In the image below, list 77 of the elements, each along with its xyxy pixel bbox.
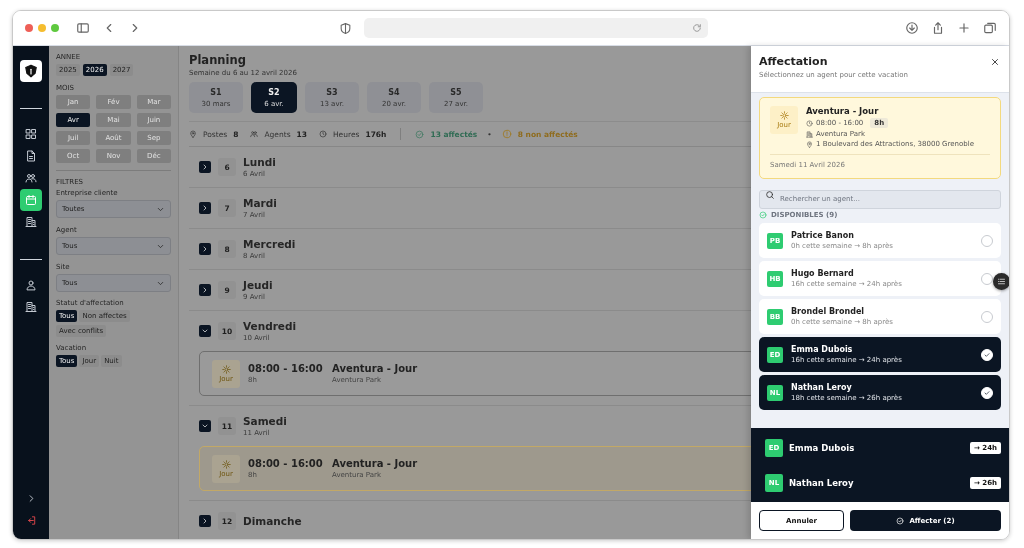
expand-toggle[interactable] [199, 243, 211, 255]
agent-name: Patrice Banon [791, 231, 855, 240]
day-name: Samedi [243, 415, 287, 427]
calendar-icon [25, 194, 37, 206]
expand-toggle[interactable] [199, 202, 211, 214]
check-circle-icon [759, 211, 767, 219]
radio-button[interactable] [981, 310, 993, 323]
expand-toggle[interactable] [199, 420, 211, 432]
nav-item[interactable] [20, 189, 42, 211]
download-icon[interactable] [905, 21, 919, 35]
check-circle-icon [415, 129, 425, 139]
sun-icon [221, 364, 231, 374]
radio-button[interactable] [981, 272, 993, 285]
shift-title: Aventura - Jour [332, 458, 418, 469]
close-icon [990, 57, 1000, 67]
list-icon [997, 277, 1006, 286]
radio-button[interactable] [981, 234, 993, 247]
agent-name: Nathan Leroy [791, 383, 853, 392]
shift-title: Aventura - Jour [332, 363, 418, 374]
shift-time: 08:00 - 16:00 [248, 458, 324, 469]
page-title: Planning [189, 53, 247, 67]
checked-radio[interactable] [981, 386, 993, 399]
agent-name: Emma Dubois [789, 442, 855, 453]
sun-icon [779, 111, 789, 120]
day-name: Mardi [243, 197, 277, 209]
search-icon [765, 190, 775, 200]
agent-name: Emma Dubois [791, 345, 854, 354]
warning-icon [501, 129, 512, 139]
shift-title: Aventura - Jour [806, 106, 880, 116]
chevron-down-icon [201, 327, 209, 335]
day-name: Jeudi [243, 279, 273, 291]
building-icon [806, 130, 813, 138]
sun-icon [221, 459, 231, 469]
day-name: Vendredi [243, 320, 297, 332]
users-icon [250, 130, 259, 138]
chevron-right-icon [201, 517, 209, 525]
tabs-icon[interactable] [983, 21, 997, 35]
clock-icon [319, 130, 327, 138]
user-icon [25, 279, 37, 291]
floating-button[interactable] [993, 273, 1009, 290]
expand-toggle[interactable] [199, 284, 211, 296]
sidebar-icon[interactable] [76, 21, 90, 35]
expand-toggle[interactable] [199, 161, 211, 173]
pin-icon [189, 130, 197, 138]
share-icon[interactable] [931, 21, 945, 35]
document-icon [25, 150, 37, 162]
chevron-down-icon [201, 422, 209, 430]
checked-radio[interactable] [981, 348, 993, 361]
agent-name: Hugo Bernard [791, 269, 855, 278]
day-name: Mercredi [243, 238, 296, 250]
building-icon [25, 216, 37, 228]
shield-icon[interactable] [339, 21, 352, 35]
expand-toggle[interactable] [199, 325, 211, 337]
pin-icon [806, 140, 813, 148]
logo[interactable] [20, 60, 42, 82]
chevron-right-icon [201, 163, 209, 171]
clock-icon [806, 119, 813, 127]
day-name: Dimanche [243, 515, 302, 527]
shift-time: 08:00 - 16:00 [248, 363, 324, 374]
plus-icon[interactable] [957, 21, 971, 35]
check-circle-icon [896, 516, 905, 525]
check-icon [983, 388, 991, 397]
logout-icon [25, 514, 37, 526]
chevron-right-icon [201, 245, 209, 253]
day-name: Lundi [243, 156, 276, 168]
users-icon [25, 172, 37, 184]
expand-toggle[interactable] [199, 515, 211, 527]
agent-name: Nathan Leroy [789, 477, 854, 488]
chevron-right-icon [201, 286, 209, 294]
shield-logo-icon [24, 64, 38, 78]
check-icon [983, 350, 991, 359]
agent-name: Brondel Brondel [791, 307, 866, 316]
close-button[interactable] [990, 57, 1000, 67]
grid-icon [25, 128, 37, 140]
drawer-title: Affectation [759, 55, 828, 68]
building-icon [25, 301, 37, 313]
chevron-right-icon [201, 204, 209, 212]
